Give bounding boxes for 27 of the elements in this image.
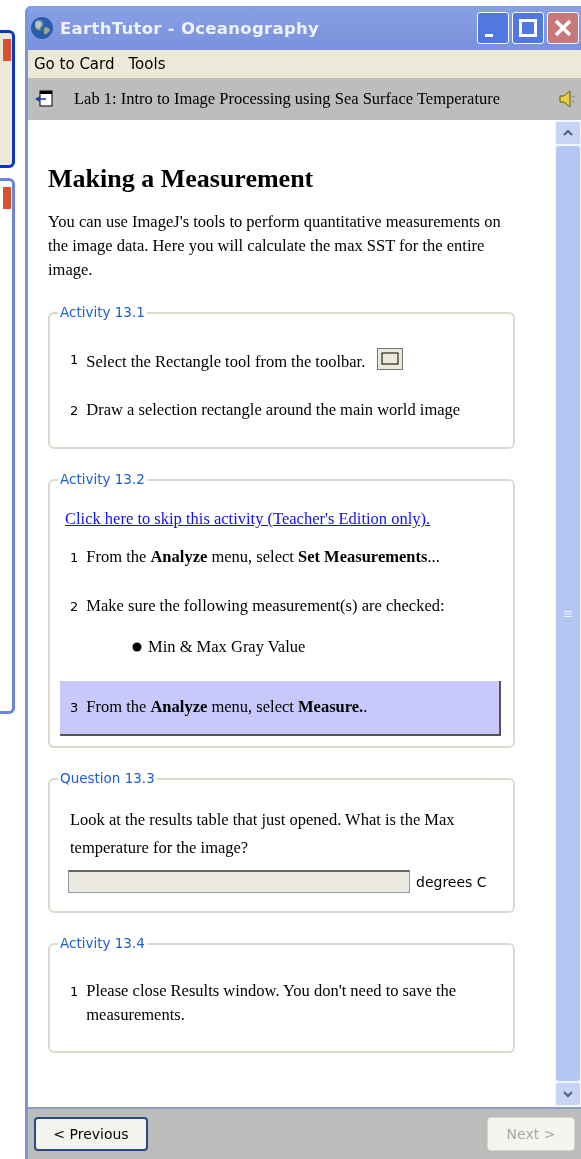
section-legend: Activity 13.4 — [58, 935, 147, 951]
page-heading: Making a Measurement — [48, 164, 315, 194]
menu-item[interactable]: Go to Card — [34, 55, 115, 73]
step-text: From the Analyze menu, select Measure.. — [86, 696, 368, 718]
step-text: Select the Rectangle tool from the toolbar. — [86, 351, 366, 373]
step-text: Make sure the following measurement(s) are checked: — [86, 595, 445, 617]
step-number: 1 — [70, 983, 79, 1001]
step-text: From the Analyze menu, select Set Measurements... — [86, 546, 440, 568]
window-title: EarthTutor - Oceanography — [60, 18, 321, 38]
bullet-text: Min & Max Gray Value — [148, 637, 306, 657]
step-number: 1 — [70, 549, 79, 567]
unit-label: degrees C — [416, 873, 487, 890]
section-legend: Question 13.3 — [58, 770, 157, 786]
step-number: 2 — [70, 598, 79, 616]
step-text: Please close Results window. You don't need to save the measurements. — [86, 980, 458, 1026]
nav-button[interactable]: < Previous — [34, 1117, 148, 1151]
section-legend: Activity 13.2 — [58, 471, 147, 487]
lab-title: Lab 1: Intro to Image Processing using Sea Surface Temperature — [74, 89, 502, 109]
question-text: Look at the results table that just opened. What is the Max temperature for the image? — [70, 809, 456, 859]
skip-link[interactable]: Click here to skip this activity (Teacher's Edition only). — [65, 509, 431, 529]
step-number: 1 — [70, 351, 79, 369]
step-number: 2 — [70, 402, 79, 420]
menu-item[interactable]: Tools — [128, 55, 166, 73]
intro-paragraph: You can use ImageJ's tools to perform quantitative measurements on the image data. Here you will calculate the max SST for the entire image. — [48, 211, 502, 281]
step-number: 3 — [70, 699, 79, 717]
step-text: Draw a selection rectangle around the main world image — [86, 399, 461, 421]
section-legend: Activity 13.1 — [58, 304, 147, 320]
